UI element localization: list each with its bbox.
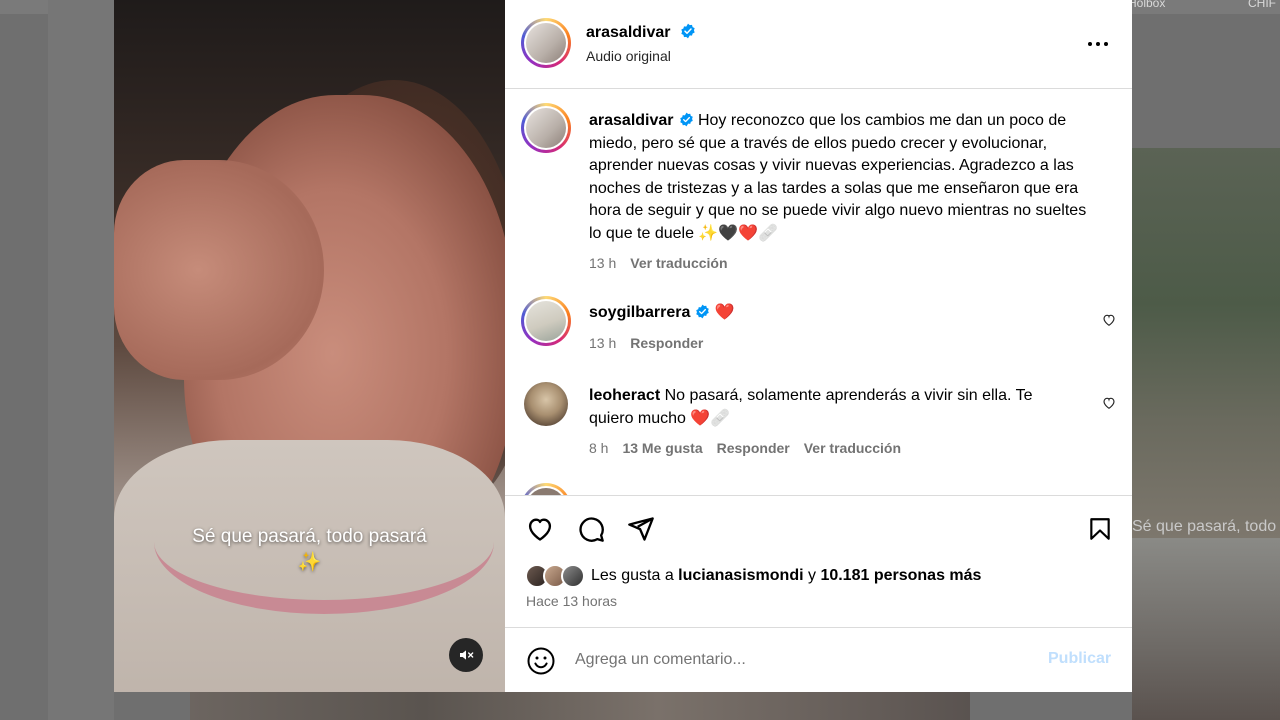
- emoji-smiley-icon: [527, 647, 555, 675]
- likes-count[interactable]: 10.181 personas más: [820, 567, 981, 585]
- comment-text-block: leoheract No pasará, solamente aprenderá…: [589, 385, 1069, 430]
- comment-like-heart-icon[interactable]: [1102, 396, 1116, 410]
- save-button[interactable]: [1083, 512, 1117, 546]
- avatar-photo: [526, 23, 566, 63]
- background-bottom-thumbnails[interactable]: [190, 692, 970, 720]
- background-left-tile: [48, 0, 114, 720]
- comments-list[interactable]: arasaldivar Hoy reconozco que los cambio…: [505, 89, 1132, 495]
- video-caption-line: Sé que pasará, todo pasará: [192, 526, 427, 547]
- background-thumbnail[interactable]: [1132, 538, 1280, 720]
- verified-badge-icon: [696, 304, 710, 319]
- like-button[interactable]: [523, 512, 557, 546]
- verified-badge-icon: [679, 112, 693, 127]
- comment-reply-button[interactable]: Responder: [630, 335, 703, 351]
- background-top-label: Holbox: [1128, 0, 1166, 10]
- caption-author-avatar[interactable]: [521, 103, 571, 153]
- author-block: arasaldivar Audio original: [586, 23, 696, 64]
- caption-block: arasaldivar Hoy reconozco que los cambio…: [589, 110, 1089, 271]
- background-top-label: CHIF: [1248, 0, 1276, 10]
- caption-username[interactable]: arasaldivar: [589, 112, 674, 129]
- bookmark-icon: [1090, 518, 1110, 540]
- comment-translate-link[interactable]: Ver traducción: [804, 440, 901, 456]
- comment-time[interactable]: 8 h: [589, 440, 608, 456]
- avatar-photo: [526, 108, 566, 148]
- comment-meta: 13 h Responder: [589, 335, 1069, 351]
- speaker-muted-icon: [460, 650, 474, 660]
- publish-button[interactable]: Publicar: [1048, 650, 1111, 668]
- comment-item: leoheract No pasará, solamente aprenderá…: [589, 385, 1069, 456]
- share-button[interactable]: [624, 512, 658, 546]
- video-frame-hand: [114, 160, 324, 380]
- comment-avatar[interactable]: [521, 296, 571, 346]
- emoji-button[interactable]: [526, 646, 556, 676]
- verified-badge-icon: [681, 23, 695, 39]
- avatar-photo: [524, 382, 568, 426]
- post-timestamp[interactable]: Hace 13 horas: [526, 593, 617, 609]
- background-thumbnail-caption: Sé que pasará, todo pasará: [1132, 518, 1280, 535]
- avatar-photo: [526, 301, 566, 341]
- likes-prefix: Les gusta a: [591, 567, 679, 584]
- post-actions: Les gusta a lucianasismondi y 10.181 per…: [505, 495, 1132, 628]
- likes-summary: Les gusta a lucianasismondi y 10.181 per…: [525, 564, 981, 588]
- send-icon: [628, 517, 654, 541]
- heart-icon: [528, 518, 552, 541]
- comment-reply-button[interactable]: Responder: [717, 440, 790, 456]
- comment-likes-count[interactable]: 13 Me gusta: [622, 440, 702, 456]
- reel-video[interactable]: Sé que pasará, todo pasará ✨: [114, 0, 505, 692]
- comment-button[interactable]: [574, 512, 608, 546]
- video-caption-sparkle: ✨: [297, 552, 322, 573]
- more-dots-icon: [1088, 42, 1108, 46]
- background-thumbnail[interactable]: [1132, 148, 1280, 538]
- comment-bubble-icon: [579, 517, 604, 542]
- caption-time[interactable]: 13 h: [589, 255, 616, 271]
- post-panel: arasaldivar Audio original arasaldivar H…: [505, 0, 1132, 692]
- comment-text-block: soygilbarrera ❤️: [589, 302, 1069, 325]
- comment-meta: 8 h 13 Me gusta Responder Ver traducción: [589, 440, 1069, 456]
- mute-button[interactable]: [449, 638, 483, 672]
- comment-item: soygilbarrera ❤️ 13 h Responder: [589, 302, 1069, 351]
- author-username[interactable]: arasaldivar: [586, 24, 671, 41]
- comment-time[interactable]: 13 h: [589, 335, 616, 351]
- comment-like-heart-icon[interactable]: [1102, 313, 1116, 327]
- comment-username[interactable]: soygilbarrera: [589, 304, 690, 321]
- caption-meta: 13 h Ver traducción: [589, 255, 1089, 271]
- comment-input[interactable]: [575, 648, 1005, 672]
- author-avatar[interactable]: [521, 18, 571, 68]
- more-options-button[interactable]: [1081, 30, 1115, 58]
- liker-avatar: [561, 564, 585, 588]
- liker-avatars[interactable]: [525, 564, 585, 588]
- post-header: arasaldivar Audio original: [505, 0, 1132, 89]
- likes-middle: y: [803, 567, 821, 584]
- comment-avatar[interactable]: [521, 379, 571, 429]
- comment-composer: Publicar: [505, 627, 1132, 692]
- comment-username[interactable]: leoheract: [589, 387, 660, 404]
- comment-avatar-partial[interactable]: [521, 483, 571, 495]
- video-caption: Sé que pasará, todo pasará ✨: [114, 524, 505, 576]
- caption-text: Hoy reconozco que los cambios me dan un …: [589, 112, 1087, 242]
- caption-translate-link[interactable]: Ver traducción: [630, 255, 727, 271]
- audio-label[interactable]: Audio original: [586, 48, 696, 64]
- comment-text: ❤️: [714, 304, 735, 321]
- liker-username[interactable]: lucianasismondi: [678, 567, 803, 585]
- caption-text-block: arasaldivar Hoy reconozco que los cambio…: [589, 110, 1089, 245]
